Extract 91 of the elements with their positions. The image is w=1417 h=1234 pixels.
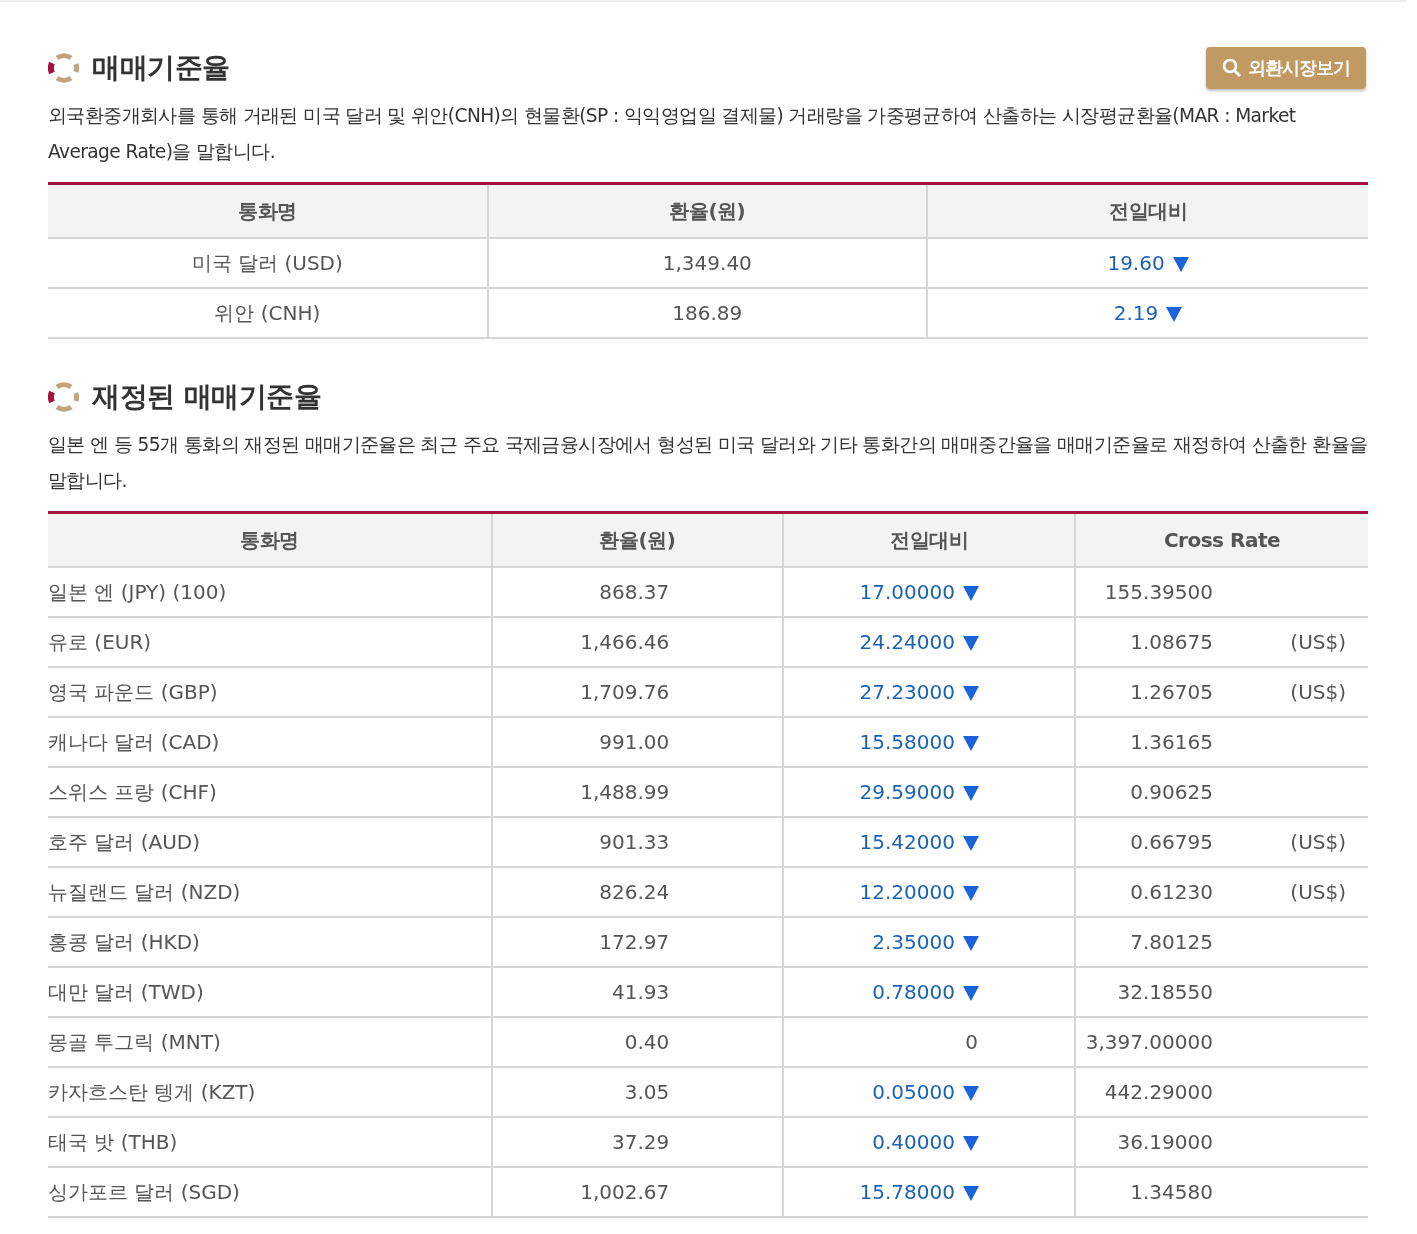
rate-cell: 868.37 bbox=[491, 567, 784, 617]
cross-rate-value: 1.36165 bbox=[1129, 730, 1214, 754]
rate-cell: 1,488.99 bbox=[491, 767, 784, 817]
cross-rate-value: 3,397.00000 bbox=[1084, 1030, 1214, 1054]
rate-cell: 41.93 bbox=[491, 967, 784, 1017]
section-title: 매매기준율 bbox=[92, 50, 230, 86]
down-triangle-icon bbox=[962, 586, 979, 601]
column-header: 전일대비 bbox=[783, 512, 1075, 567]
change-cell: 19.60 bbox=[927, 238, 1368, 288]
down-triangle-icon bbox=[962, 1136, 979, 1151]
currency-cell: 싱가포르 달러 (SGD) bbox=[48, 1167, 492, 1217]
down-triangle-icon bbox=[962, 886, 979, 901]
rate-cell: 1,709.76 bbox=[491, 667, 784, 717]
rate-cell: 1,466.46 bbox=[491, 617, 784, 667]
rate-cell: 1,002.67 bbox=[491, 1167, 784, 1217]
down-triangle-icon bbox=[962, 636, 979, 651]
fx-market-button[interactable]: 외환시장보기 bbox=[1206, 47, 1366, 89]
currency-cell: 유로 (EUR) bbox=[48, 617, 492, 667]
cross-rate-value: 1.08675 bbox=[1129, 630, 1214, 654]
currency-cell: 위안 (CNH) bbox=[48, 288, 488, 338]
down-triangle-icon bbox=[962, 986, 979, 1001]
column-header: 전일대비 bbox=[927, 183, 1368, 238]
down-triangle-icon bbox=[1172, 257, 1189, 272]
currency-unit: (US$) bbox=[1289, 830, 1346, 854]
cross-rate-value: 442.29000 bbox=[1103, 1080, 1214, 1104]
rate-cell: 901.33 bbox=[491, 817, 784, 867]
section-description: 일본 엔 등 55개 통화의 재정된 매매기준율은 최근 주요 국제금융시장에서 형성된 미국 달러와 기타 통화간의 매매중간율을 매매기준율로 재정하여 산출한 환율을 말합니다. bbox=[48, 433, 1368, 493]
cross-rate-value: 155.39500 bbox=[1103, 580, 1214, 604]
rate-cell: 37.29 bbox=[491, 1117, 784, 1167]
rate-cell: 991.00 bbox=[491, 717, 784, 767]
change-cell: 24.24000 bbox=[783, 617, 1075, 667]
currency-cell: 홍콩 달러 (HKD) bbox=[48, 917, 492, 967]
change-cell: 0.78000 bbox=[783, 967, 1075, 1017]
section-description: 외국환중개회사를 통해 거래된 미국 달러 및 위안(CNH)의 현물환(SP : 익익영업일 결제물) 거래량을 가중평균하여 산출하는 시장평균환율(MAR : Market Average Rate)을 말합니다. bbox=[48, 104, 1297, 164]
column-header: 환율(원) bbox=[487, 183, 928, 238]
change-cell: 15.42000 bbox=[783, 817, 1075, 867]
column-header: 환율(원) bbox=[491, 512, 784, 567]
column-header: 통화명 bbox=[48, 183, 488, 238]
cross-rate-value: 0.66795 bbox=[1129, 830, 1214, 854]
rate-cell: 172.97 bbox=[491, 917, 784, 967]
column-header: Cross Rate bbox=[1074, 512, 1368, 567]
change-cell: 0.40000 bbox=[783, 1117, 1075, 1167]
rate-cell: 0.40 bbox=[491, 1017, 784, 1067]
change-cell: 15.58000 bbox=[783, 717, 1075, 767]
change-cell: 2.35000 bbox=[783, 917, 1075, 967]
down-triangle-icon bbox=[962, 786, 979, 801]
currency-cell: 영국 파운드 (GBP) bbox=[48, 667, 492, 717]
currency-cell: 태국 밧 (THB) bbox=[48, 1117, 492, 1167]
currency-cell: 카자흐스탄 텡게 (KZT) bbox=[48, 1067, 492, 1117]
currency-cell: 대만 달러 (TWD) bbox=[48, 967, 492, 1017]
currency-cell: 미국 달러 (USD) bbox=[48, 238, 488, 288]
currency-cell: 일본 엔 (JPY) (100) bbox=[48, 567, 492, 617]
change-cell: 0 bbox=[783, 1017, 1075, 1067]
change-cell: 17.00000 bbox=[783, 567, 1075, 617]
cross-rate-value: 1.34580 bbox=[1129, 1180, 1214, 1204]
section-title: 재정된 매매기준율 bbox=[92, 379, 322, 415]
change-cell: 29.59000 bbox=[783, 767, 1075, 817]
cross-rate-value: 7.80125 bbox=[1129, 930, 1214, 954]
change-cell: 15.78000 bbox=[783, 1167, 1075, 1217]
down-triangle-icon bbox=[962, 936, 979, 951]
currency-unit: (US$) bbox=[1289, 630, 1346, 654]
ring-icon bbox=[48, 52, 80, 84]
rate-cell: 3.05 bbox=[491, 1067, 784, 1117]
ring-icon bbox=[48, 381, 80, 413]
down-triangle-icon bbox=[962, 1086, 979, 1101]
change-cell: 2.19 bbox=[927, 288, 1368, 338]
currency-unit: (US$) bbox=[1289, 880, 1346, 904]
currency-cell: 뉴질랜드 달러 (NZD) bbox=[48, 867, 492, 917]
currency-cell: 몽골 투그릭 (MNT) bbox=[48, 1017, 492, 1067]
cross-rate-value: 0.61230 bbox=[1129, 880, 1214, 904]
down-triangle-icon bbox=[962, 1186, 979, 1201]
cross-rate-value: 36.19000 bbox=[1116, 1130, 1214, 1154]
down-triangle-icon bbox=[962, 836, 979, 851]
currency-cell: 호주 달러 (AUD) bbox=[48, 817, 492, 867]
cross-rate-value: 1.26705 bbox=[1129, 680, 1214, 704]
rate-cell: 826.24 bbox=[491, 867, 784, 917]
currency-cell: 스위스 프랑 (CHF) bbox=[48, 767, 492, 817]
cross-rate-value: 0.90625 bbox=[1129, 780, 1214, 804]
down-triangle-icon bbox=[1166, 307, 1183, 322]
rate-cell: 1,349.40 bbox=[487, 238, 928, 288]
down-triangle-icon bbox=[962, 736, 979, 751]
change-cell: 0.05000 bbox=[783, 1067, 1075, 1117]
column-header: 통화명 bbox=[48, 512, 492, 567]
rate-cell: 186.89 bbox=[487, 288, 928, 338]
currency-cell: 캐나다 달러 (CAD) bbox=[48, 717, 492, 767]
change-cell: 27.23000 bbox=[783, 667, 1075, 717]
cross-rate-value: 32.18550 bbox=[1116, 980, 1214, 1004]
change-cell: 12.20000 bbox=[783, 867, 1075, 917]
search-icon bbox=[1222, 58, 1242, 78]
currency-unit: (US$) bbox=[1289, 680, 1346, 704]
down-triangle-icon bbox=[962, 686, 979, 701]
